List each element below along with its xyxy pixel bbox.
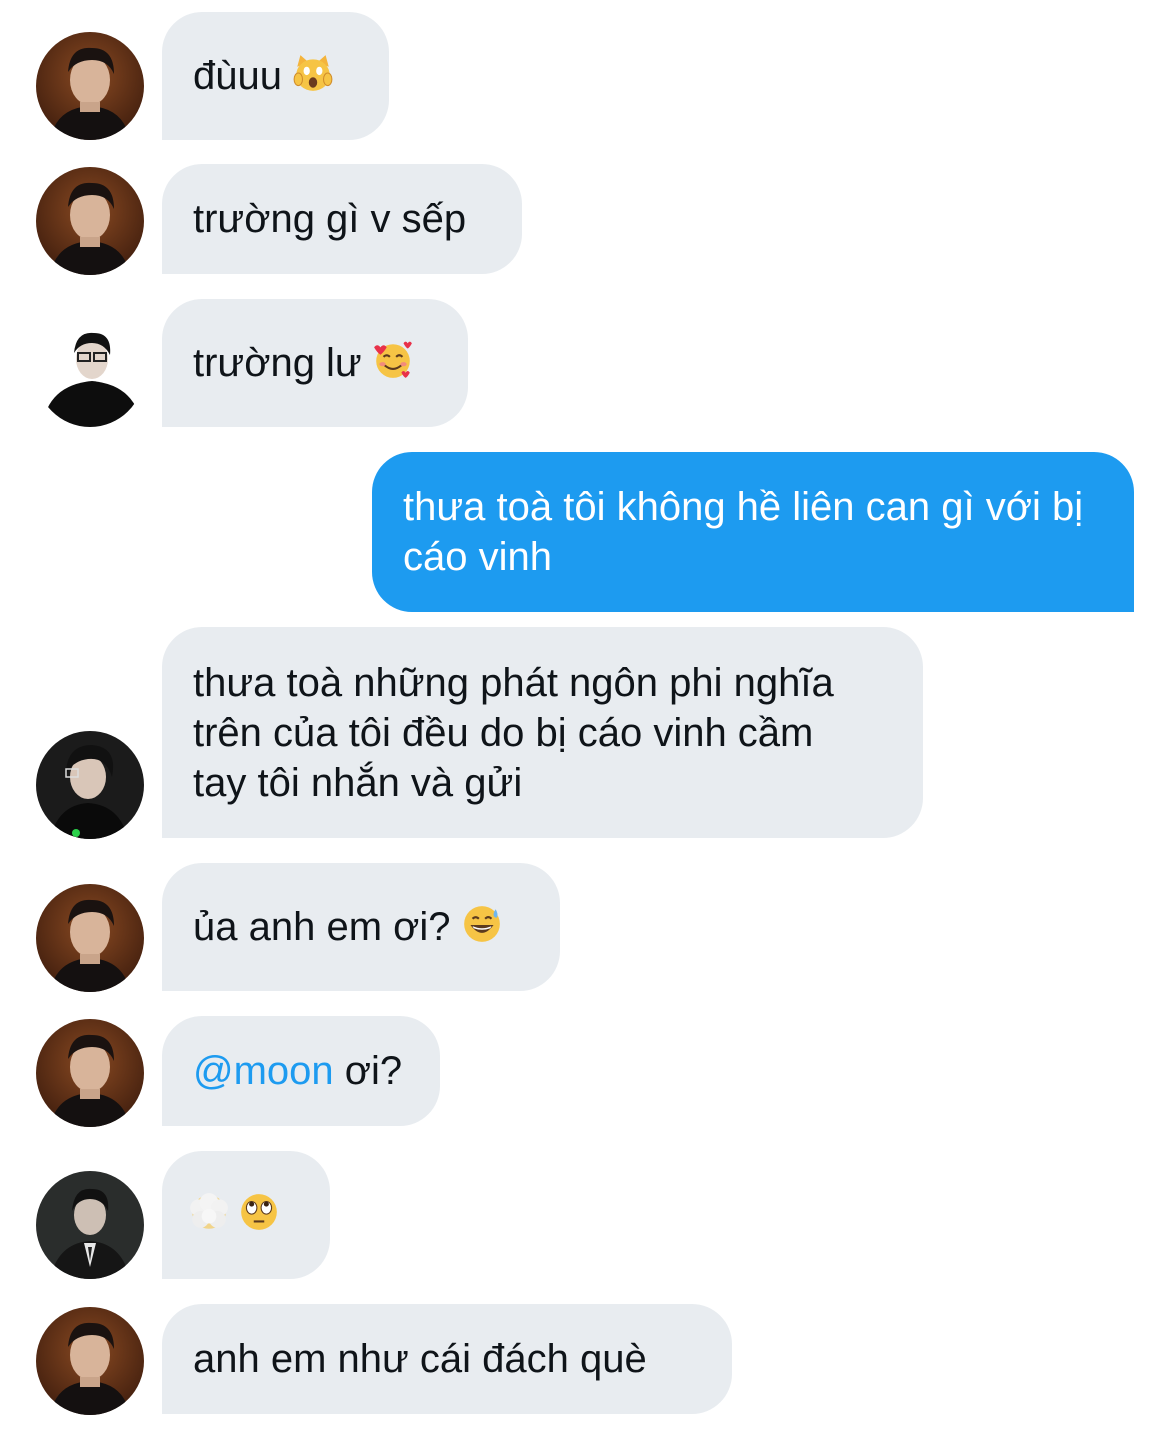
message-text: thưa toà những phát ngôn phi nghĩa trên … [193,660,834,805]
message-bubble-outgoing[interactable]: thưa toà tôi không hề liên can gì với bị… [372,452,1134,612]
message-bubble[interactable]: ủa anh em ơi? [162,863,560,991]
grinning-sweat-emoji [461,903,503,945]
message-bubble[interactable]: thưa toà những phát ngôn phi nghĩa trên … [162,627,923,838]
rolling-eyes-emoji [238,1191,280,1233]
sender-avatar[interactable] [36,1171,144,1279]
screaming-cat-emoji [292,52,334,94]
sender-avatar[interactable] [36,32,144,140]
message-bubble[interactable] [162,1151,330,1279]
face-in-clouds-emoji [188,1191,230,1233]
smiling-face-with-hearts-emoji [372,339,414,381]
message-text: đùuu [193,54,282,98]
message-bubble[interactable]: trường gì v sếp [162,164,522,274]
message-bubble[interactable]: anh em như cái đách què [162,1304,732,1414]
message-bubble[interactable]: @moon ơi? [162,1016,440,1126]
message-text: ơi? [333,1049,403,1093]
message-text: anh em như cái đách què [193,1337,647,1381]
message-text: trường gì v sếp [193,197,467,241]
message-text: ủa anh em ơi? [193,905,451,949]
message-text: thưa toà tôi không hề liên can gì với bị… [403,485,1084,579]
message-bubble[interactable]: đùuu [162,12,389,140]
message-bubble[interactable]: trường lư [162,299,468,427]
sender-avatar[interactable] [36,884,144,992]
sender-avatar[interactable] [36,167,144,275]
user-mention-link[interactable]: @moon [193,1046,334,1096]
sender-avatar[interactable] [36,1019,144,1127]
message-text: trường lư [193,341,362,385]
sender-avatar[interactable] [36,731,144,839]
sender-avatar[interactable] [36,1307,144,1415]
sender-avatar[interactable] [36,319,144,427]
